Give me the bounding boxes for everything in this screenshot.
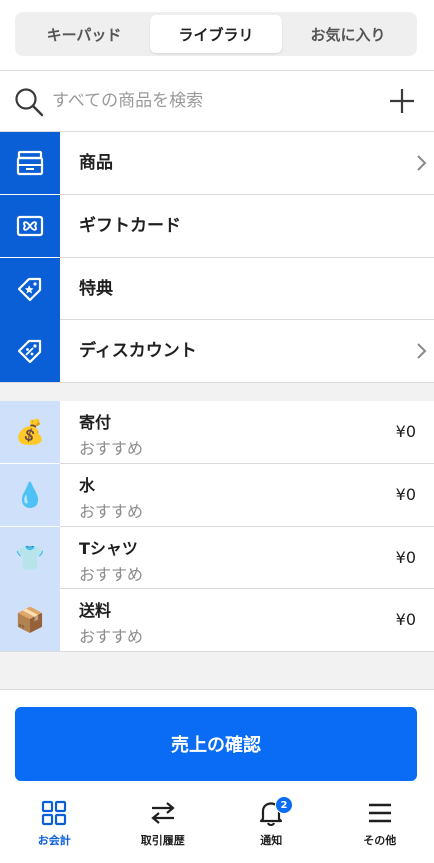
category-label: 商品 (79, 153, 113, 173)
item-price: ¥0 (395, 485, 416, 504)
add-icon[interactable] (388, 87, 416, 115)
item-name: Tシャツ (79, 539, 138, 558)
tshirt-icon: 👕 (0, 527, 60, 589)
item-price: ¥0 (395, 422, 416, 441)
list-item[interactable]: 💰 寄付 おすすめ ¥0 (0, 401, 434, 463)
grid-icon (42, 800, 67, 826)
tab-favorites[interactable]: お気に入り (282, 15, 414, 53)
divider (0, 382, 434, 383)
list-item[interactable]: 👕 Tシャツ おすすめ ¥0 (0, 527, 434, 589)
category-label: ギフトカード (79, 216, 181, 236)
category-label: 特典 (79, 279, 113, 299)
item-subtitle: おすすめ (79, 627, 144, 646)
search-bar (0, 71, 434, 131)
nav-label: 取引履歴 (140, 834, 185, 847)
item-price: ¥0 (395, 610, 416, 629)
item-price: ¥0 (395, 548, 416, 567)
item-name: 水 (79, 476, 96, 495)
notification-badge: 2 (275, 796, 293, 814)
gift-card-icon (16, 215, 44, 237)
water-drop-icon: 💧 (0, 464, 60, 526)
item-subtitle: おすすめ (79, 439, 144, 458)
reward-tag-icon (17, 277, 42, 302)
section-spacer (0, 652, 434, 689)
search-input[interactable] (52, 83, 372, 119)
nav-label: 通知 (260, 834, 283, 847)
category-row-items[interactable]: 商品 (0, 132, 434, 194)
tab-keypad[interactable]: キーパッド (18, 15, 150, 53)
list-item[interactable]: 💧 水 おすすめ ¥0 (0, 464, 434, 526)
category-row-gift-cards[interactable]: ギフトカード (0, 195, 434, 257)
item-name: 寄付 (79, 413, 112, 432)
item-tray-icon (16, 150, 44, 176)
category-row-discounts[interactable]: ディスカウント (0, 320, 434, 382)
segmented-tabs: キーパッド ライブラリ お気に入り (15, 12, 417, 56)
money-bag-icon: 💰 (0, 401, 60, 463)
bottom-nav: お会計 取引履歴 2 通知 その他 (0, 792, 434, 863)
item-subtitle: おすすめ (79, 565, 144, 584)
tab-library[interactable]: ライブラリ (150, 15, 282, 53)
section-spacer (0, 382, 434, 401)
menu-icon (368, 803, 391, 823)
nav-more[interactable]: その他 (326, 792, 434, 863)
discount-tag-icon (17, 339, 42, 364)
item-name: 送料 (79, 601, 112, 620)
category-label: ディスカウント (79, 341, 197, 361)
list-item[interactable]: 📦 送料 おすすめ ¥0 (0, 589, 434, 651)
chevron-right-icon (417, 155, 427, 171)
swap-arrows-icon (151, 802, 175, 824)
divider (0, 689, 434, 690)
nav-checkout[interactable]: お会計 (0, 792, 109, 863)
nav-transactions[interactable]: 取引履歴 (109, 792, 218, 863)
review-sale-button[interactable]: 売上の確認 (15, 707, 417, 781)
category-row-rewards[interactable]: 特典 (0, 258, 434, 320)
item-subtitle: おすすめ (79, 502, 144, 521)
nav-label: お会計 (37, 834, 71, 847)
package-icon: 📦 (0, 589, 60, 651)
nav-notifications[interactable]: 2 通知 (217, 792, 326, 863)
search-icon (15, 88, 44, 117)
nav-label: その他 (363, 834, 397, 847)
chevron-right-icon (417, 343, 427, 359)
